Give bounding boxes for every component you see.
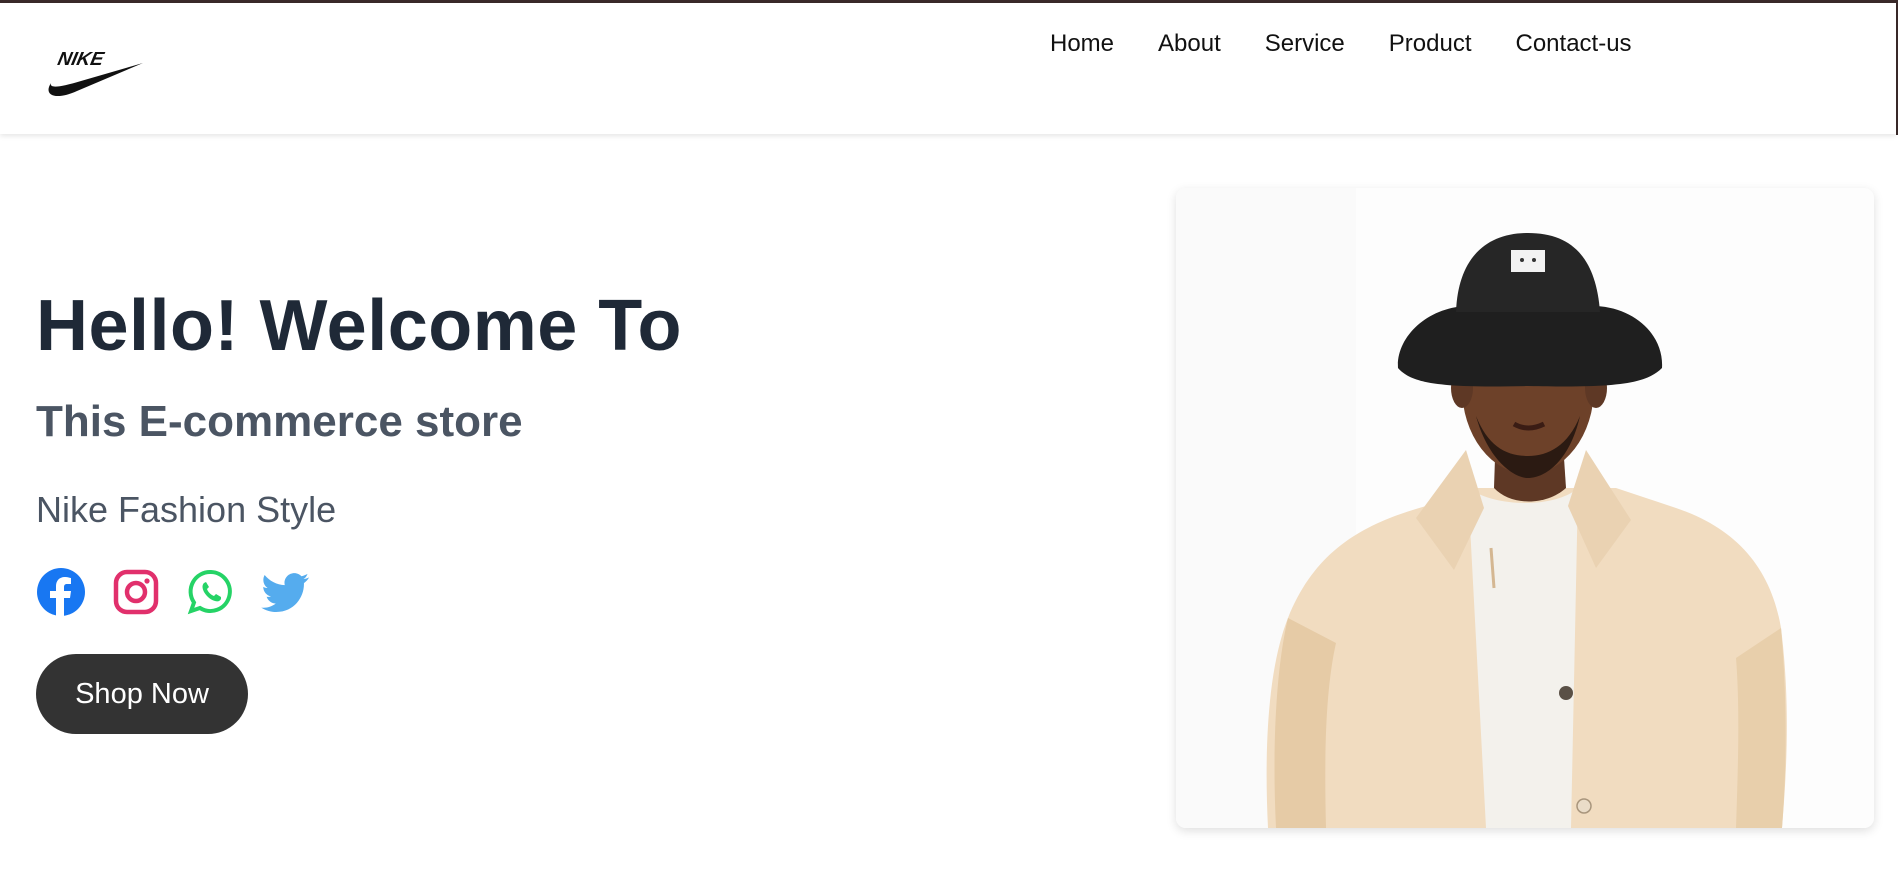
nike-logo-icon[interactable]: NIKE [47, 45, 145, 99]
model-photo [1176, 188, 1874, 828]
nav-contact-us[interactable]: Contact-us [1516, 29, 1632, 59]
hero-tagline: Nike Fashion Style [36, 489, 337, 530]
instagram-icon[interactable] [111, 567, 161, 617]
nav-about[interactable]: About [1158, 29, 1221, 59]
social-links [36, 567, 311, 617]
shop-now-button[interactable]: Shop Now [36, 654, 248, 734]
nav-home[interactable]: Home [1050, 29, 1114, 59]
brand-wordmark: NIKE [56, 49, 107, 70]
hero-title: Hello! Welcome To [36, 286, 682, 366]
main-nav: Home About Service Product Contact-us [1050, 29, 1632, 59]
nav-product[interactable]: Product [1389, 29, 1472, 59]
site-header: NIKE Home About Service Product Contact-… [0, 3, 1896, 134]
twitter-icon[interactable] [261, 567, 311, 617]
nav-service[interactable]: Service [1265, 29, 1345, 59]
hero-subtitle: This E-commerce store [36, 397, 523, 446]
facebook-icon[interactable] [36, 567, 86, 617]
whatsapp-icon[interactable] [186, 567, 236, 617]
hero-image-card [1176, 188, 1874, 828]
